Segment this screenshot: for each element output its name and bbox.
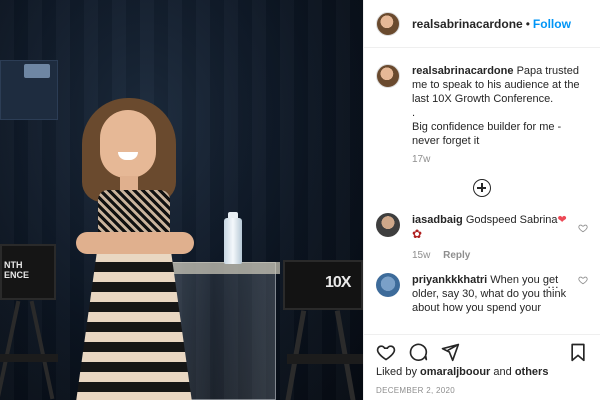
- reply-button[interactable]: Reply: [443, 250, 470, 261]
- post-sidebar: realsabrinacardone • Follow realsabrinac…: [363, 0, 600, 400]
- commenter-avatar[interactable]: [376, 273, 400, 297]
- red-heart-emoji-icon: ❤: [557, 214, 567, 226]
- director-chair-right: 10X: [283, 260, 363, 400]
- caption-username[interactable]: realsabrinacardone: [412, 65, 514, 77]
- share-icon[interactable]: [440, 342, 460, 362]
- more-options-icon[interactable]: …: [547, 277, 560, 291]
- comment-body: iasadbaig Godspeed Sabrina❤ ✿ 15w Reply: [412, 213, 580, 263]
- comment-icon[interactable]: [408, 342, 428, 362]
- chair-leg: [29, 300, 55, 400]
- water-bottle: [224, 218, 242, 264]
- comments-section[interactable]: realsabrinacardone Papa trusted me to sp…: [364, 48, 600, 334]
- likes-and: and: [493, 366, 512, 378]
- stage-screen-light: [24, 64, 50, 78]
- chair-left-label: NTH ENCE: [4, 260, 30, 280]
- caption-timestamp[interactable]: 17w: [412, 154, 600, 165]
- comment-timestamp[interactable]: 15w: [412, 250, 430, 261]
- instagram-post: NTH ENCE 10X realsabrinacardone • Follow…: [0, 0, 600, 400]
- director-chair-left: NTH ENCE: [0, 244, 58, 400]
- post-photo[interactable]: NTH ENCE 10X: [0, 0, 363, 400]
- comment-username[interactable]: iasadbaig: [412, 214, 463, 226]
- comment-meta: 15w Reply: [412, 249, 580, 263]
- heart-icon[interactable]: [376, 342, 396, 362]
- load-more-comments: [364, 165, 600, 203]
- comment-item: priyankkkhatri When you get older, say 3…: [364, 263, 600, 315]
- podium-top: [168, 262, 280, 274]
- post-date[interactable]: DECEMBER 2, 2020: [376, 386, 455, 395]
- chair-seat: [287, 354, 363, 364]
- chair-back: 10X: [283, 260, 363, 310]
- caption-line-2: .: [412, 107, 416, 119]
- comment-item: iasadbaig Godspeed Sabrina❤ ✿ 15w Reply: [364, 203, 600, 263]
- header-separator: •: [525, 16, 530, 31]
- chair-seat: [0, 354, 58, 362]
- avatar[interactable]: [376, 11, 400, 36]
- post-header: realsabrinacardone • Follow: [364, 0, 600, 48]
- likes-others[interactable]: others: [515, 366, 549, 378]
- plus-circle-icon[interactable]: [473, 179, 491, 197]
- header-username[interactable]: realsabrinacardone: [412, 17, 523, 31]
- comment-text: Godspeed Sabrina: [465, 214, 558, 226]
- likes-prefix: Liked by: [376, 366, 417, 378]
- chair-right-label: 10X: [325, 274, 351, 291]
- girl-face: [100, 110, 156, 178]
- commenter-avatar[interactable]: [376, 213, 400, 237]
- bookmark-icon[interactable]: [568, 342, 588, 362]
- caption-line-3: Big confidence builder for me - never fo…: [412, 121, 562, 147]
- chair-back: NTH ENCE: [0, 244, 56, 300]
- emoji-icon: ✿: [412, 227, 423, 241]
- caption-text: realsabrinacardone Papa trusted me to sp…: [412, 64, 587, 148]
- comment-username[interactable]: priyankkkhatri: [412, 274, 487, 286]
- post-actions: [364, 334, 600, 368]
- chair-leg: [0, 300, 21, 400]
- likes-summary: Liked by omaraljboour and others: [376, 366, 548, 378]
- likes-user[interactable]: omaraljboour: [420, 366, 490, 378]
- caption-avatar[interactable]: [376, 64, 400, 88]
- caption: realsabrinacardone Papa trusted me to sp…: [364, 48, 600, 148]
- follow-button[interactable]: Follow: [533, 17, 571, 31]
- girl-crossed-arms: [76, 232, 194, 254]
- like-comment-heart-icon[interactable]: [578, 275, 588, 285]
- like-comment-heart-icon[interactable]: [578, 223, 588, 233]
